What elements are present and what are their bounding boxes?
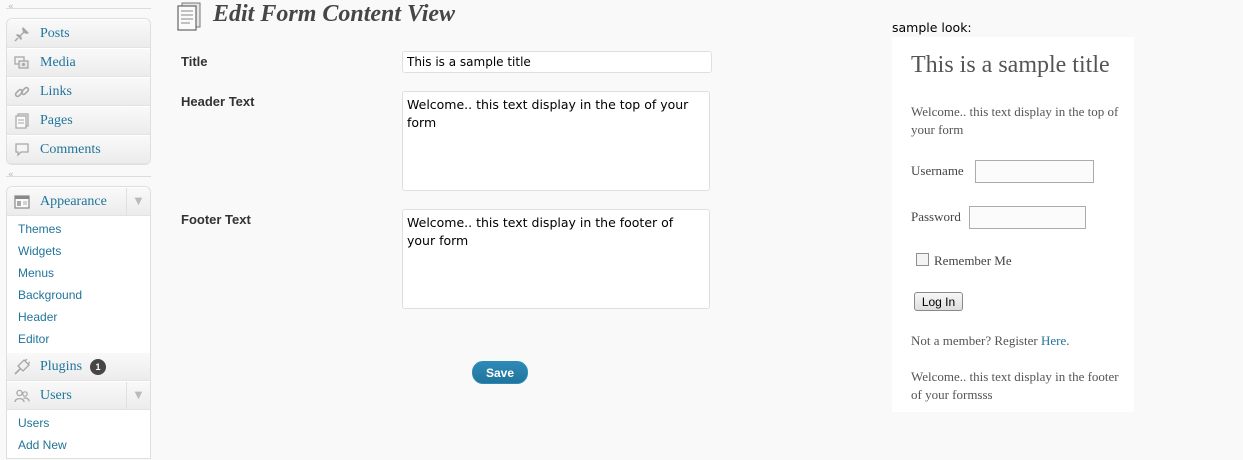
menu-label-posts: Posts	[40, 25, 70, 41]
plugin-icon	[13, 358, 31, 376]
page-title: Edit Form Content View	[213, 1, 456, 27]
menu-group-appearance: Appearance ▼ Themes Widgets Menus Backgr…	[6, 186, 151, 459]
title-input[interactable]	[402, 51, 712, 73]
header-text-label: Header Text	[181, 94, 255, 109]
comment-icon	[13, 141, 31, 159]
preview-footer-text: Welcome.. this text display in the foote…	[911, 369, 1119, 402]
users-submenu: Users Add New	[7, 410, 150, 458]
appearance-icon	[13, 193, 31, 211]
links-icon	[13, 83, 31, 101]
submenu-item-widgets[interactable]: Widgets	[7, 240, 150, 262]
menu-label-comments: Comments	[40, 141, 101, 157]
submenu-item-users[interactable]: Users	[7, 412, 150, 434]
menu-item-comments[interactable]: Comments	[7, 135, 150, 164]
page-edit-icon	[174, 1, 204, 31]
preview-password-label: Password	[911, 209, 961, 224]
menu-item-plugins[interactable]: Plugins 1	[7, 352, 150, 381]
submenu-item-themes[interactable]: Themes	[7, 218, 150, 240]
menu-item-media[interactable]: Media	[7, 48, 150, 77]
preview-register-link[interactable]: Here	[1041, 333, 1066, 348]
preview-remember-checkbox[interactable]	[916, 253, 929, 266]
pushpin-icon	[13, 25, 31, 43]
preview-label: sample look:	[892, 20, 972, 35]
users-icon	[13, 387, 31, 405]
preview-register-prefix: Not a member? Register	[911, 333, 1038, 348]
save-button[interactable]: Save	[472, 361, 528, 384]
menu-separator	[6, 176, 151, 177]
admin-sidebar: « Posts Media Links Pages Comments « App…	[0, 0, 158, 460]
menu-group-content: Posts Media Links Pages Comments	[6, 18, 151, 165]
submenu-item-add-new[interactable]: Add New	[7, 434, 150, 456]
plugins-update-badge: 1	[90, 358, 107, 375]
preview-username-label: Username	[911, 163, 964, 178]
menu-item-pages[interactable]: Pages	[7, 106, 150, 135]
header-text-textarea[interactable]: Welcome.. this text display in the top o…	[402, 91, 710, 191]
menu-label-plugins: Plugins	[40, 358, 83, 374]
menu-label-users: Users	[40, 387, 72, 403]
submenu-item-editor[interactable]: Editor	[7, 328, 150, 350]
preview-register-period: .	[1066, 333, 1070, 348]
menu-item-links[interactable]: Links	[7, 77, 150, 106]
preview-title: This is a sample title	[911, 52, 1110, 78]
menu-label-pages: Pages	[40, 112, 73, 128]
menu-label-appearance: Appearance	[40, 193, 107, 209]
menu-item-users[interactable]: Users ▼	[7, 381, 150, 410]
pages-icon	[13, 112, 31, 130]
preview-password-input[interactable]	[969, 206, 1086, 229]
preview-username-input[interactable]	[975, 160, 1094, 183]
preview-header-text: Welcome.. this text display in the top o…	[911, 104, 1119, 137]
preview-remember-label: Remember Me	[934, 253, 1012, 268]
appearance-submenu: Themes Widgets Menus Background Header E…	[7, 216, 150, 352]
submenu-item-background[interactable]: Background	[7, 284, 150, 306]
media-icon	[13, 54, 31, 72]
footer-text-label: Footer Text	[181, 212, 251, 227]
menu-toggle-arrow-icon[interactable]: ▼	[126, 382, 150, 409]
preview-panel: This is a sample title Welcome.. this te…	[892, 37, 1134, 412]
footer-text-textarea[interactable]: Welcome.. this text display in the foote…	[402, 209, 710, 309]
menu-label-links: Links	[40, 83, 72, 99]
menu-toggle-arrow-icon[interactable]: ▼	[126, 188, 150, 215]
menu-item-appearance[interactable]: Appearance ▼	[7, 187, 150, 216]
menu-item-posts[interactable]: Posts	[7, 19, 150, 48]
preview-login-button[interactable]: Log In	[914, 292, 963, 311]
menu-separator	[6, 8, 151, 9]
submenu-item-menus[interactable]: Menus	[7, 262, 150, 284]
preview-register-text: Not a member? Register Here.	[911, 333, 1069, 349]
menu-label-media: Media	[40, 54, 76, 70]
submenu-item-header[interactable]: Header	[7, 306, 150, 328]
title-label: Title	[181, 54, 208, 69]
